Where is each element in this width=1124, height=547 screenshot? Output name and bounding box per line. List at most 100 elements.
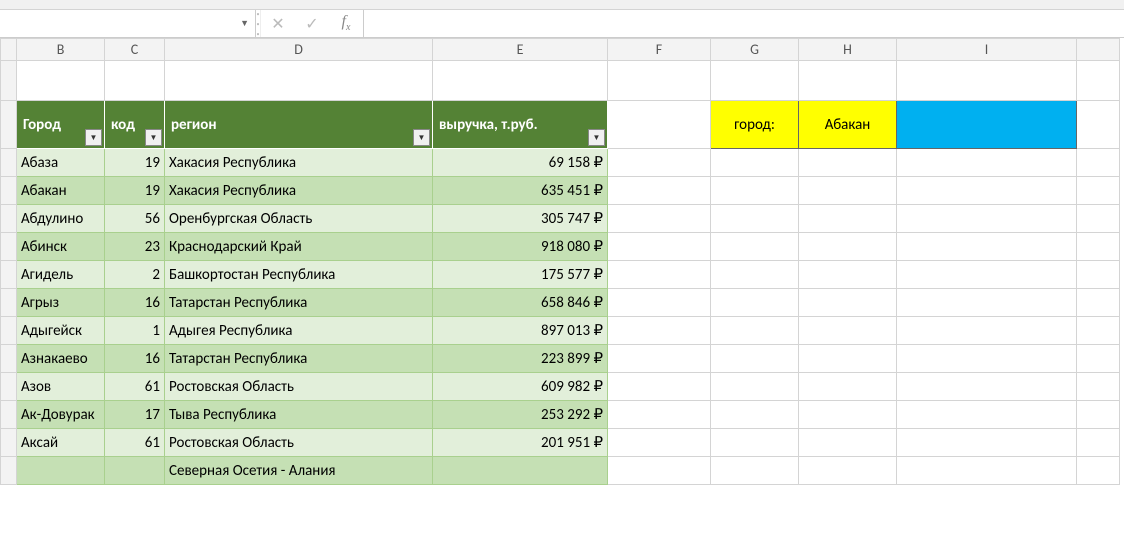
cell[interactable] [711, 233, 799, 261]
cell[interactable] [897, 457, 1077, 485]
cell-region[interactable]: Хакасия Республика [165, 177, 433, 205]
cell[interactable] [799, 373, 897, 401]
cell[interactable] [711, 289, 799, 317]
table-row[interactable]: Абдулино56Оренбургская Область305 747 ₽ [1, 205, 1120, 233]
cell[interactable] [897, 345, 1077, 373]
cell-code[interactable]: 16 [105, 345, 165, 373]
table-row[interactable]: Абаза19Хакасия Республика69 158 ₽ [1, 149, 1120, 177]
filter-dropdown-icon[interactable]: ▼ [145, 129, 162, 146]
row-header[interactable] [1, 401, 17, 429]
cell-city[interactable]: Абинск [17, 233, 105, 261]
cell-city[interactable]: Абакан [17, 177, 105, 205]
cell[interactable] [897, 233, 1077, 261]
cell-code[interactable] [105, 457, 165, 485]
cell-region[interactable]: Ростовская Область [165, 373, 433, 401]
row-header[interactable] [1, 289, 17, 317]
cell-region[interactable]: Хакасия Республика [165, 149, 433, 177]
cell[interactable] [711, 149, 799, 177]
cell[interactable] [897, 289, 1077, 317]
cell-revenue[interactable]: 253 292 ₽ [433, 401, 608, 429]
cell[interactable] [897, 401, 1077, 429]
chevron-down-icon[interactable]: ▼ [240, 18, 249, 29]
cell[interactable] [1077, 233, 1120, 261]
row-header[interactable] [1, 429, 17, 457]
cell[interactable] [1077, 401, 1120, 429]
insert-function-button[interactable]: fx [329, 10, 363, 37]
cell[interactable] [711, 401, 799, 429]
cell[interactable] [711, 205, 799, 233]
cell-city[interactable] [17, 457, 105, 485]
cell[interactable] [1077, 149, 1120, 177]
row-header[interactable] [1, 205, 17, 233]
cell-revenue[interactable]: 305 747 ₽ [433, 205, 608, 233]
cell[interactable] [608, 345, 711, 373]
cell[interactable] [1077, 345, 1120, 373]
filter-dropdown-icon[interactable]: ▼ [85, 129, 102, 146]
cell[interactable] [799, 205, 897, 233]
lookup-value-cell[interactable]: Абакан [799, 101, 897, 149]
cell-code[interactable]: 19 [105, 149, 165, 177]
col-header-G[interactable]: G [711, 39, 799, 61]
cell-revenue[interactable]: 658 846 ₽ [433, 289, 608, 317]
cell-code[interactable]: 19 [105, 177, 165, 205]
cell[interactable] [165, 61, 433, 101]
cell[interactable] [608, 401, 711, 429]
col-header-I[interactable]: I [897, 39, 1077, 61]
cell[interactable] [433, 61, 608, 101]
cell-revenue[interactable]: 918 080 ₽ [433, 233, 608, 261]
cell[interactable] [711, 429, 799, 457]
lookup-result-cell[interactable] [897, 101, 1077, 149]
cell[interactable] [1077, 177, 1120, 205]
cell[interactable] [608, 373, 711, 401]
cell[interactable] [608, 317, 711, 345]
cell[interactable] [799, 345, 897, 373]
cell[interactable] [897, 317, 1077, 345]
cell[interactable] [799, 233, 897, 261]
spreadsheet-grid[interactable]: B C D E F G H I [0, 38, 1120, 485]
col-header-H[interactable]: H [799, 39, 897, 61]
cell-city[interactable]: Абаза [17, 149, 105, 177]
row-header[interactable] [1, 177, 17, 205]
cell[interactable] [1077, 289, 1120, 317]
cell[interactable] [897, 429, 1077, 457]
cell[interactable] [1077, 61, 1120, 101]
cell[interactable] [799, 149, 897, 177]
cell-region[interactable]: Адыгея Республика [165, 317, 433, 345]
row-header[interactable] [1, 233, 17, 261]
row-2[interactable] [1, 61, 1120, 101]
cell-code[interactable]: 23 [105, 233, 165, 261]
cell-code[interactable]: 2 [105, 261, 165, 289]
row-header[interactable] [1, 101, 17, 149]
row-header[interactable] [1, 373, 17, 401]
table-header-code[interactable]: код ▼ [105, 101, 165, 149]
cell[interactable] [1077, 205, 1120, 233]
filter-dropdown-icon[interactable]: ▼ [413, 129, 430, 146]
cell-revenue[interactable]: 609 982 ₽ [433, 373, 608, 401]
cell-city[interactable]: Азнакаево [17, 345, 105, 373]
cell[interactable] [799, 289, 897, 317]
table-row[interactable]: Адыгейск1Адыгея Республика897 013 ₽ [1, 317, 1120, 345]
table-row[interactable]: Азов61Ростовская Область609 982 ₽ [1, 373, 1120, 401]
cell[interactable] [897, 177, 1077, 205]
cancel-entry-button[interactable]: ✕ [261, 10, 295, 37]
cell[interactable] [897, 149, 1077, 177]
cell[interactable] [1077, 101, 1120, 149]
col-header-J[interactable] [1077, 39, 1120, 61]
cell[interactable] [897, 61, 1077, 101]
lookup-label-cell[interactable]: город: [711, 101, 799, 149]
cell[interactable] [897, 205, 1077, 233]
cell[interactable] [799, 401, 897, 429]
cell[interactable] [608, 233, 711, 261]
row-header[interactable] [1, 317, 17, 345]
enter-entry-button[interactable]: ✓ [295, 10, 329, 37]
cell-revenue[interactable]: 223 899 ₽ [433, 345, 608, 373]
cell[interactable] [608, 61, 711, 101]
table-row[interactable]: Абакан19Хакасия Республика635 451 ₽ [1, 177, 1120, 205]
row-header[interactable] [1, 261, 17, 289]
cell-region[interactable]: Северная Осетия - Алания [165, 457, 433, 485]
table-header-row[interactable]: Город ▼ код ▼ регион ▼ выручка, т.руб. ▼… [1, 101, 1120, 149]
cell[interactable] [711, 61, 799, 101]
cell[interactable] [799, 317, 897, 345]
cell-code[interactable]: 1 [105, 317, 165, 345]
cell[interactable] [608, 429, 711, 457]
